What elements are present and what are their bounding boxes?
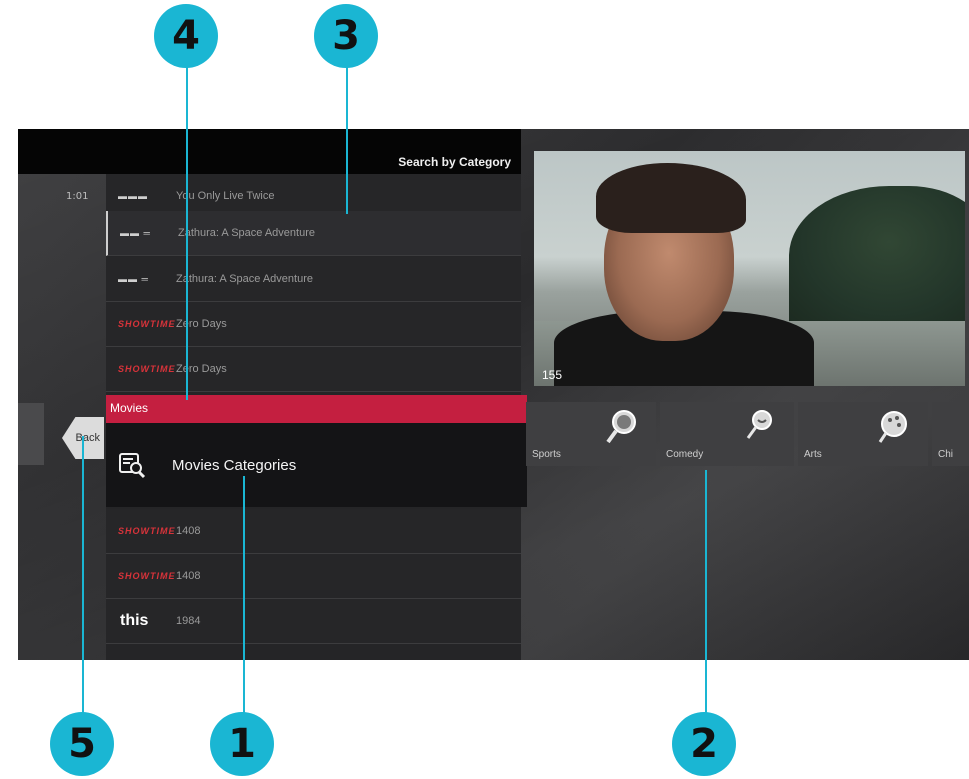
channel-logo: ▬▬ ═: [120, 228, 151, 238]
category-label: Sports: [532, 449, 561, 460]
listing-row[interactable]: SHOWTIME Zero Days: [106, 347, 521, 392]
listing-title: Zero Days: [176, 318, 227, 330]
listing-row[interactable]: SHOWTIME Zero Days: [106, 302, 521, 347]
channel-logo: ▬▬▬: [118, 191, 148, 201]
video-preview[interactable]: 155: [534, 151, 965, 386]
listing-title: Zero Days: [176, 363, 227, 375]
listing-title: You Only Live Twice: [176, 190, 275, 202]
listing-row[interactable]: ▬▬ ═ Zathura: A Space Adventure: [106, 257, 521, 302]
listing-row[interactable]: this 1984: [106, 599, 521, 644]
channel-number: 155: [542, 368, 563, 382]
comedy-magnifier-icon: [746, 410, 772, 439]
category-tile-comedy[interactable]: Comedy: [660, 402, 794, 466]
back-label: Back: [75, 432, 100, 444]
listing-title: 1408: [176, 525, 201, 537]
listing-title: Zathura: A Space Adventure: [178, 227, 315, 239]
popup-item-label: Movies Categories: [172, 456, 297, 474]
callout-1-leader: [243, 476, 245, 716]
video-island: [789, 186, 965, 326]
search-magnifier-icon: [606, 410, 636, 444]
listing-title: 1984: [176, 615, 201, 627]
category-tile-sports[interactable]: Sports: [526, 402, 656, 466]
callout-2: 2: [672, 712, 736, 776]
listing-row[interactable]: SHOWTIME 1408: [106, 509, 521, 554]
callout-3-leader: [346, 66, 348, 214]
channel-logo: ▬▬ ═: [118, 274, 149, 284]
category-tile-arts[interactable]: Arts: [798, 402, 928, 466]
listing-row[interactable]: SHOWTIME 1408: [106, 554, 521, 599]
arts-palette-icon: [878, 411, 907, 443]
tv-screen: Search by Category 1:01 ▬▬▬ You Only Liv…: [18, 129, 969, 660]
showtime-logo: SHOWTIME: [118, 526, 176, 536]
callout-3: 3: [314, 4, 378, 68]
callout-4-leader: [186, 66, 188, 400]
video-person-hair: [596, 163, 746, 233]
category-label: Chi: [938, 449, 954, 460]
movies-categories-item[interactable]: Movies Categories: [106, 423, 527, 507]
popup-header: Movies: [106, 395, 527, 423]
callout-5: 5: [50, 712, 114, 776]
listing-row[interactable]: ▬▬ ═ Zathura: A Space Adventure: [106, 211, 521, 256]
listing-time: 1:01: [66, 190, 89, 202]
showtime-logo: SHOWTIME: [118, 319, 176, 329]
section-title: Search by Category: [398, 155, 511, 169]
callout-4: 4: [154, 4, 218, 68]
callout-1: 1: [210, 712, 274, 776]
category-label: Arts: [804, 449, 822, 460]
callout-2-leader: [705, 470, 707, 716]
callout-5-leader: [82, 436, 84, 716]
this-channel-logo: this: [120, 612, 149, 629]
previous-category-tile[interactable]: [18, 403, 44, 465]
category-tile-chi[interactable]: Chi: [932, 402, 969, 466]
category-label: Comedy: [666, 449, 704, 460]
category-search-icon: [119, 453, 146, 479]
listing-title: 1408: [176, 570, 201, 582]
top-bar: Search by Category: [18, 129, 521, 174]
showtime-logo: SHOWTIME: [118, 571, 176, 581]
listing-title: Zathura: A Space Adventure: [176, 273, 313, 285]
showtime-logo: SHOWTIME: [118, 364, 176, 374]
